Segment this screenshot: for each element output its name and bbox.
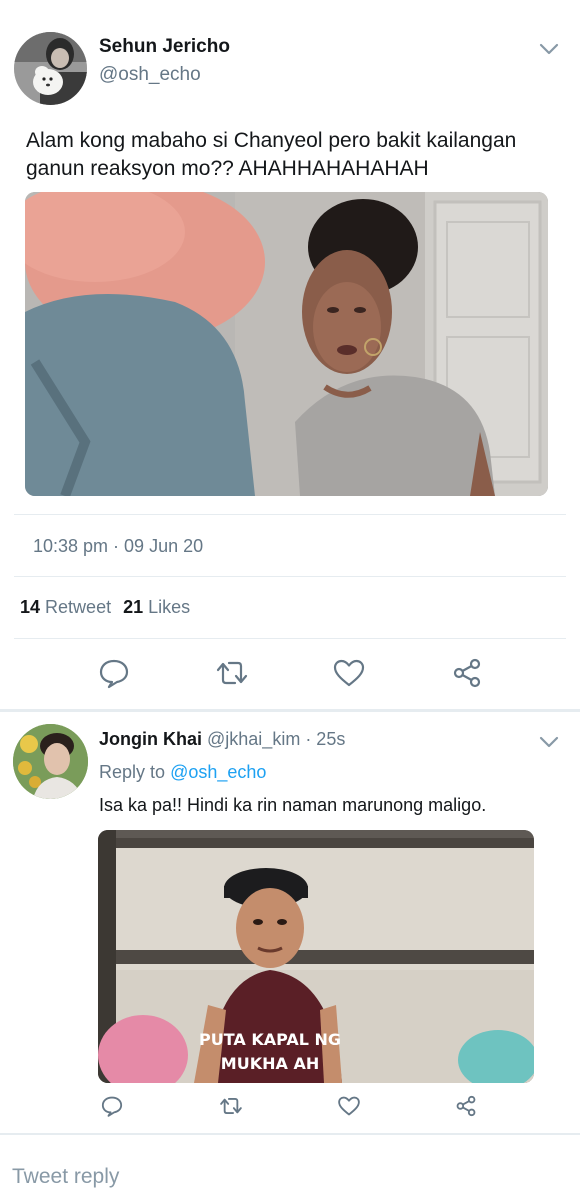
heart-icon[interactable]	[337, 1094, 361, 1118]
reply-to-mention[interactable]: @osh_echo	[170, 762, 266, 782]
retweet-icon[interactable]	[219, 1094, 243, 1118]
reply-to-label: Reply to	[99, 762, 166, 782]
heart-icon[interactable]	[332, 656, 366, 690]
tweet-stats: 14 Retweet 21 Likes	[20, 597, 190, 618]
thread-divider	[0, 709, 580, 712]
reply-author-avatar[interactable]	[13, 724, 88, 799]
divider	[14, 638, 566, 639]
reply-text: Isa ka pa!! Hindi ka rin naman marunong …	[99, 795, 487, 815]
reply-meta: @jkhai_kim · 25s	[207, 729, 346, 749]
chevron-down-icon[interactable]	[539, 735, 559, 749]
reply-to: Reply to @osh_echo	[99, 762, 266, 783]
tweet-action-bar	[0, 656, 580, 696]
reply-header: Jongin Khai @jkhai_kim · 25s	[99, 729, 345, 750]
share-icon[interactable]	[450, 656, 484, 690]
retweet-icon[interactable]	[215, 656, 249, 690]
reply-action-bar	[0, 1094, 580, 1134]
media-caption-line1: PUTA KAPAL NG	[199, 1030, 341, 1049]
author-handle[interactable]: @osh_echo	[99, 64, 201, 86]
tweet-media-image[interactable]	[25, 192, 548, 496]
retweet-label[interactable]: Retweet	[45, 597, 111, 617]
speech-bubble-icon[interactable]	[100, 1094, 124, 1118]
divider	[14, 514, 566, 515]
retweet-count[interactable]: 14	[20, 597, 40, 617]
likes-label[interactable]: Likes	[148, 597, 190, 617]
divider	[14, 576, 566, 577]
speech-bubble-icon[interactable]	[97, 656, 131, 690]
share-icon[interactable]	[454, 1094, 478, 1118]
author-avatar[interactable]	[14, 32, 87, 105]
tweet-timestamp: 10:38 pm · 09 Jun 20	[33, 536, 204, 556]
author-name[interactable]: Sehun Jericho	[99, 36, 230, 58]
reply-author-name[interactable]: Jongin Khai	[99, 729, 202, 749]
chevron-down-icon[interactable]	[539, 42, 559, 56]
reply-media-image[interactable]: PUTA KAPAL NG MUKHA AH	[98, 830, 534, 1083]
tweet-reply-input[interactable]	[12, 1162, 512, 1192]
media-caption-line2: MUKHA AH	[221, 1054, 319, 1073]
likes-count[interactable]: 21	[123, 597, 143, 617]
tweet-text: Alam kong mabaho si Chanyeol pero bakit …	[26, 129, 517, 180]
composer-divider	[0, 1133, 580, 1135]
